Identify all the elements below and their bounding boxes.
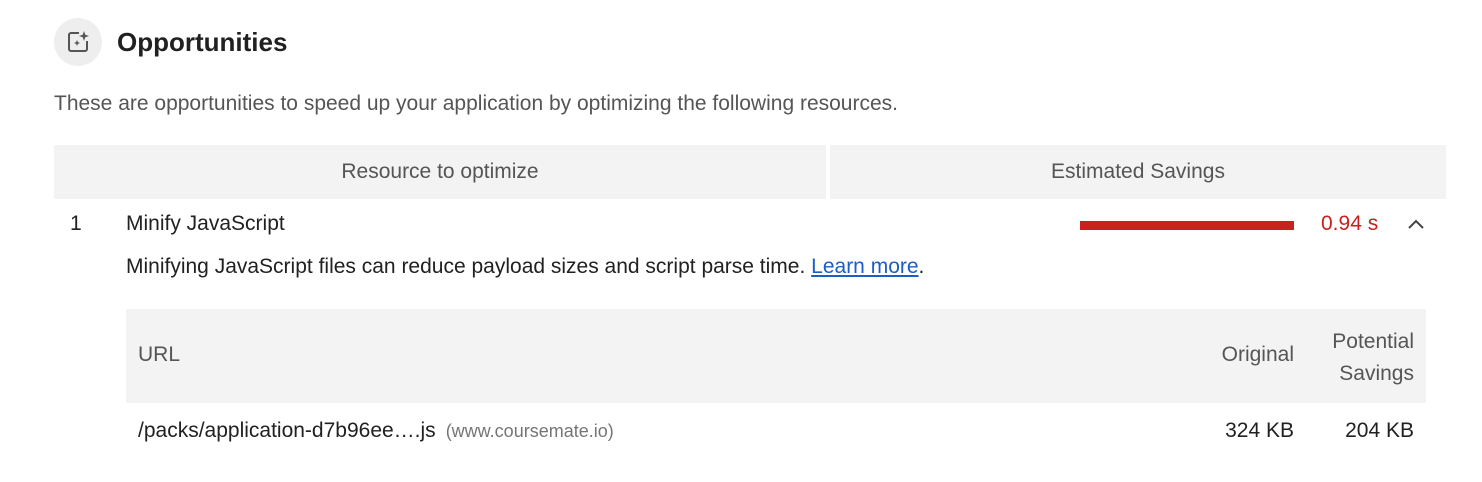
learn-more-link[interactable]: Learn more xyxy=(811,255,918,278)
opportunities-icon-container xyxy=(54,18,102,66)
resource-potential-savings: 204 KB xyxy=(1345,419,1414,442)
audit-description-text: Minifying JavaScript files can reduce pa… xyxy=(126,255,806,278)
table-row: /packs/application-d7b96ee….js (www.cours… xyxy=(126,403,1426,463)
opportunities-icon xyxy=(68,31,89,52)
details-header-original: Original xyxy=(1221,343,1294,366)
section-header: Opportunities xyxy=(54,17,287,67)
resource-path: /packs/application-d7b96ee….js xyxy=(138,419,436,442)
resource-original-size: 324 KB xyxy=(1225,419,1294,442)
details-header-potential-line1: Potential xyxy=(1332,330,1414,353)
details-table-header: URL Original Potential Savings xyxy=(126,309,1426,403)
audit-title: Minify JavaScript xyxy=(126,212,285,235)
section-title: Opportunities xyxy=(117,26,288,57)
resource-host: (www.coursemate.io) xyxy=(445,421,614,441)
audit-description-end: . xyxy=(918,255,925,278)
column-header-savings: Estimated Savings xyxy=(830,145,1446,199)
chevron-up-icon[interactable] xyxy=(1406,216,1426,232)
details-header-potential-savings: Potential Savings xyxy=(1332,326,1414,390)
details-header-url: URL xyxy=(138,343,181,366)
column-header-resource: Resource to optimize xyxy=(54,145,826,199)
savings-bar xyxy=(1080,221,1294,230)
audit-index: 1 xyxy=(70,212,82,235)
section-description: These are opportunities to speed up your… xyxy=(54,92,898,115)
savings-value: 0.94 s xyxy=(1321,212,1379,235)
audit-description: Minifying JavaScript files can reduce pa… xyxy=(126,255,924,279)
audit-row-minify-javascript[interactable]: 1 Minify JavaScript 0.94 s xyxy=(54,204,1446,244)
opportunities-table-header: Resource to optimize Estimated Savings xyxy=(54,145,1446,199)
details-header-potential-line2: Savings xyxy=(1339,362,1414,385)
details-table: URL Original Potential Savings /packs/ap… xyxy=(126,309,1426,463)
resource-url: /packs/application-d7b96ee….js (www.cours… xyxy=(138,419,614,443)
